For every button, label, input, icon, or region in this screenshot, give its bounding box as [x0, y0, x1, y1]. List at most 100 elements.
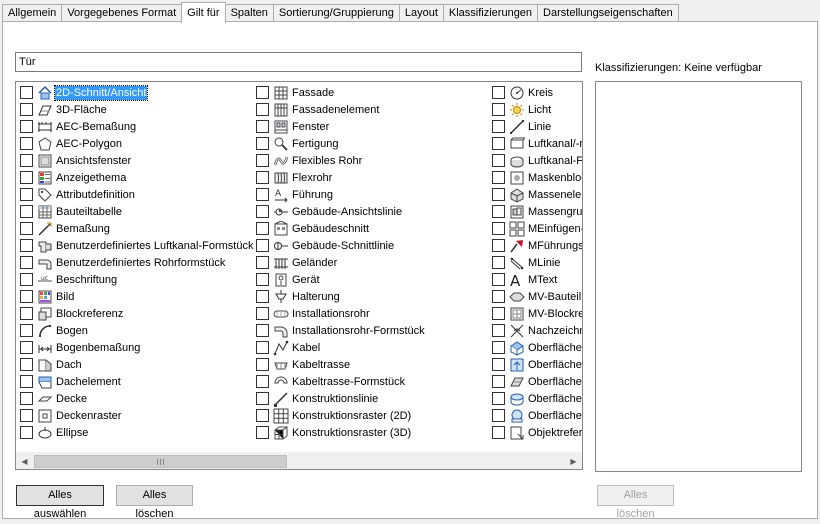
item-checkbox[interactable] — [20, 392, 33, 405]
list-item[interactable]: Ansichtsfenster — [20, 152, 254, 169]
list-item[interactable]: Konstruktionsraster (3D) — [256, 424, 490, 441]
list-item[interactable]: MLinie — [492, 254, 582, 271]
list-item[interactable]: MFührungsli — [492, 237, 582, 254]
list-item[interactable]: Massenelem — [492, 186, 582, 203]
list-item[interactable]: Benutzerdefiniertes Rohrformstück — [20, 254, 254, 271]
horizontal-scrollbar[interactable]: ◀ ▶ — [16, 452, 582, 469]
list-item[interactable]: Ellipse — [20, 424, 254, 441]
scroll-right-icon[interactable]: ▶ — [565, 453, 582, 469]
item-checkbox[interactable] — [256, 273, 269, 286]
item-checkbox[interactable] — [492, 256, 505, 269]
list-item[interactable]: 3D-Fläche — [20, 101, 254, 118]
list-item[interactable]: Flexrohr — [256, 169, 490, 186]
list-item[interactable]: Benutzerdefiniertes Luftkanal-Formstück — [20, 237, 254, 254]
list-item[interactable]: Blockreferenz — [20, 305, 254, 322]
list-item[interactable]: Attributdefinition — [20, 186, 254, 203]
item-checkbox[interactable] — [492, 426, 505, 439]
list-item[interactable]: Linie — [492, 118, 582, 135]
list-item[interactable]: Deckenraster — [20, 407, 254, 424]
item-checkbox[interactable] — [20, 120, 33, 133]
item-checkbox[interactable] — [20, 426, 33, 439]
list-item[interactable]: Gebäude-Ansichtslinie — [256, 203, 490, 220]
item-checkbox[interactable] — [256, 358, 269, 371]
list-item[interactable]: Maskenbloc — [492, 169, 582, 186]
item-checkbox[interactable] — [492, 171, 505, 184]
item-checkbox[interactable] — [492, 290, 505, 303]
item-checkbox[interactable] — [20, 256, 33, 269]
item-checkbox[interactable] — [256, 392, 269, 405]
object-type-list[interactable]: 2D-Schnitt/Ansicht 3D-Fläche AEC-Bemaßung A… — [15, 81, 583, 470]
item-checkbox[interactable] — [256, 324, 269, 337]
item-checkbox[interactable] — [492, 341, 505, 354]
list-item[interactable]: AEC-Bemaßung — [20, 118, 254, 135]
list-item[interactable]: Dach — [20, 356, 254, 373]
list-item[interactable]: Oberfläche — [492, 373, 582, 390]
list-item[interactable]: Fassadenelement — [256, 101, 490, 118]
list-item[interactable]: Luftkanal-Fo — [492, 152, 582, 169]
list-item[interactable]: Konstruktionsraster (2D) — [256, 407, 490, 424]
scrollbar-thumb[interactable] — [34, 455, 287, 468]
list-item[interactable]: Flexibles Rohr — [256, 152, 490, 169]
tab-spalten[interactable]: Spalten — [224, 4, 274, 22]
item-checkbox[interactable] — [20, 154, 33, 167]
item-checkbox[interactable] — [256, 137, 269, 150]
tab-darstellungseigenschaften[interactable]: Darstellungseigenschaften — [537, 4, 679, 22]
scroll-left-icon[interactable]: ◀ — [16, 453, 33, 469]
list-item[interactable]: Kabel — [256, 339, 490, 356]
item-checkbox[interactable] — [492, 137, 505, 150]
list-item[interactable]: AEC-Polygon — [20, 135, 254, 152]
item-checkbox[interactable] — [256, 103, 269, 116]
tab-vorgegebenes-format[interactable]: Vorgegebenes Format — [61, 4, 183, 22]
list-item[interactable]: Konstruktionslinie — [256, 390, 490, 407]
list-item[interactable]: Bild — [20, 288, 254, 305]
list-item[interactable]: Dachelement — [20, 373, 254, 390]
item-checkbox[interactable] — [20, 222, 33, 235]
item-checkbox[interactable] — [20, 273, 33, 286]
item-checkbox[interactable] — [492, 375, 505, 388]
list-item[interactable]: Oberfläche — [492, 339, 582, 356]
list-item[interactable]: Gebäudeschnitt — [256, 220, 490, 237]
list-item[interactable]: Decke — [20, 390, 254, 407]
list-item[interactable]: A MText — [492, 271, 582, 288]
list-item[interactable]: Installationsrohr-Formstück — [256, 322, 490, 339]
filter-input[interactable]: Tür — [15, 52, 582, 72]
item-checkbox[interactable] — [20, 409, 33, 422]
item-checkbox[interactable] — [492, 409, 505, 422]
tab-sortierung-gruppierung[interactable]: Sortierung/Gruppierung — [272, 4, 400, 22]
list-item[interactable]: MEinfügen- — [492, 220, 582, 237]
list-item[interactable]: 2D-Schnitt/Ansicht — [20, 84, 254, 101]
list-item[interactable]: Gerät — [256, 271, 490, 288]
item-checkbox[interactable] — [256, 154, 269, 167]
list-item[interactable]: Massengrup — [492, 203, 582, 220]
item-checkbox[interactable] — [492, 154, 505, 167]
list-item[interactable]: Gebäude-Schnittlinie — [256, 237, 490, 254]
item-checkbox[interactable] — [256, 307, 269, 320]
item-checkbox[interactable] — [492, 86, 505, 99]
list-item[interactable]: Fertigung — [256, 135, 490, 152]
list-item[interactable]: Oberfläche — [492, 390, 582, 407]
list-item[interactable]: Geländer — [256, 254, 490, 271]
item-checkbox[interactable] — [492, 324, 505, 337]
tab-allgemein[interactable]: Allgemein — [2, 4, 63, 22]
item-checkbox[interactable] — [256, 290, 269, 303]
item-checkbox[interactable] — [20, 171, 33, 184]
list-item[interactable]: Fenster — [256, 118, 490, 135]
clear-classifications-button[interactable]: Alles löschen — [597, 485, 674, 520]
item-checkbox[interactable] — [20, 86, 33, 99]
list-item[interactable]: MV-Blockref — [492, 305, 582, 322]
item-checkbox[interactable] — [256, 120, 269, 133]
item-checkbox[interactable] — [256, 426, 269, 439]
list-item[interactable]: Oberfläche — [492, 407, 582, 424]
list-item[interactable]: Bemaßung — [20, 220, 254, 237]
item-checkbox[interactable] — [492, 205, 505, 218]
list-item[interactable]: Licht — [492, 101, 582, 118]
item-checkbox[interactable] — [492, 188, 505, 201]
list-item[interactable]: MV-Bauteil — [492, 288, 582, 305]
list-item[interactable]: Luftkanal/-r — [492, 135, 582, 152]
item-checkbox[interactable] — [20, 375, 33, 388]
tab-layout[interactable]: Layout — [398, 4, 444, 22]
item-checkbox[interactable] — [256, 239, 269, 252]
item-checkbox[interactable] — [256, 171, 269, 184]
item-checkbox[interactable] — [20, 137, 33, 150]
item-checkbox[interactable] — [492, 392, 505, 405]
